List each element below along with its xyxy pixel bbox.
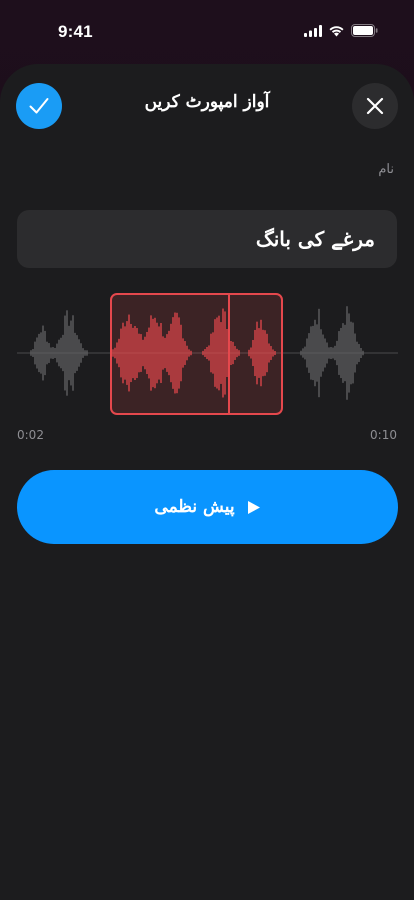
close-button[interactable]: [352, 83, 398, 129]
status-icons: [304, 24, 378, 37]
status-time: 9:41: [58, 22, 93, 41]
name-input[interactable]: مرغے کی بانگ: [17, 210, 397, 268]
preview-button[interactable]: پیش نظمی: [17, 470, 398, 544]
close-icon: [366, 97, 384, 115]
signal-icon: [304, 24, 322, 37]
wifi-icon: [329, 25, 344, 36]
preview-button-label: پیش نظمی: [154, 497, 235, 517]
status-bar: 9:41: [0, 0, 414, 60]
trim-start-time: 0:02: [17, 428, 44, 442]
name-field-label: نام: [378, 162, 394, 177]
import-sound-sheet: آواز امپورٹ کریں نام مرغے کی بانگ 0:02 0…: [0, 64, 414, 900]
trim-selection[interactable]: [110, 293, 283, 415]
waveform-trimmer[interactable]: [17, 288, 398, 418]
play-icon: [247, 500, 260, 514]
trim-end-time: 0:10: [370, 428, 397, 442]
battery-icon: [351, 24, 378, 37]
